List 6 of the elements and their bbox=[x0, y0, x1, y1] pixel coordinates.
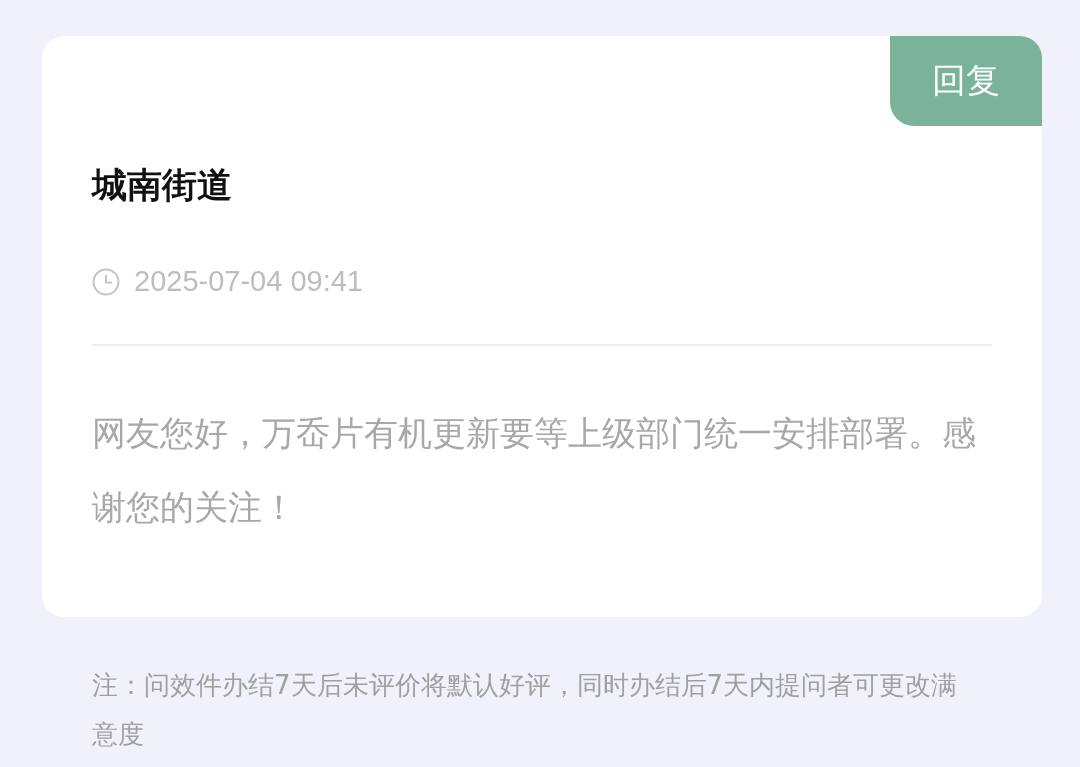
reply-badge: 回复 bbox=[890, 36, 1042, 126]
clock-icon bbox=[92, 267, 120, 296]
note-text: 注：问效件办结7天后未评价将默认好评，同时办结后7天内提问者可更改满意度 bbox=[91, 669, 959, 751]
reply-time: 2025-07-04 09:41 bbox=[134, 265, 363, 298]
reply-text: 网友您好，万岙片有机更新要等上级部门统一安排部署。感谢您的关注！ bbox=[92, 412, 977, 529]
card-title: 城南街道 bbox=[92, 164, 233, 207]
